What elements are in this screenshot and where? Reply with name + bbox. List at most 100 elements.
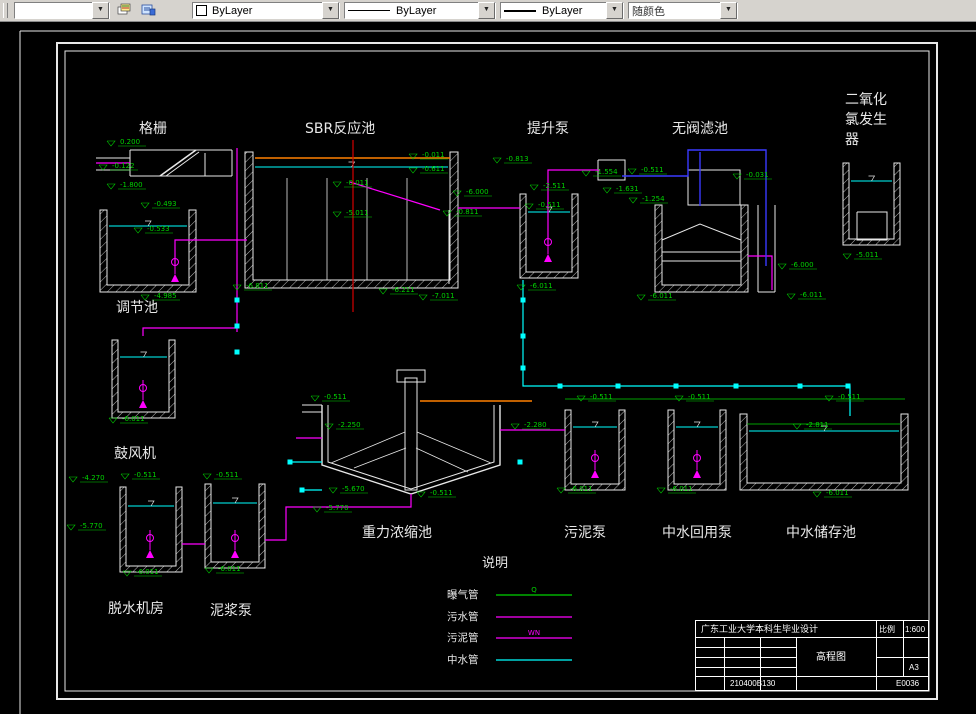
title-block-scale: 1:600: [905, 625, 926, 634]
chevron-down-icon[interactable]: ▼: [720, 2, 737, 19]
elevation-annotation: -6.011: [570, 485, 593, 493]
elevation-annotation: -6.011: [670, 485, 693, 493]
elevation-annotation: -5.770: [80, 522, 103, 530]
linetype-combo-value: ByLayer: [396, 4, 437, 17]
chevron-down-icon[interactable]: ▼: [606, 2, 623, 19]
pipe-node: [299, 487, 305, 493]
elevation-marker: [66, 524, 76, 531]
process-label: 说明: [482, 556, 508, 571]
detail-line: [856, 211, 888, 241]
elevation-annotation: -0.511: [538, 201, 561, 209]
blower-tank-water-marker: [140, 351, 148, 358]
color-combo[interactable]: ByLayer ▼: [192, 2, 340, 19]
elevation-annotation: -4.270: [82, 474, 105, 482]
elevation-annotation: -6.211: [392, 286, 415, 294]
toolbar-grip[interactable]: [3, 3, 8, 18]
process-label: 泥浆泵: [210, 603, 252, 619]
pipe-node: [234, 323, 240, 329]
elevation-marker: [133, 227, 143, 234]
elevation-annotation: -6.811: [246, 282, 269, 290]
chevron-down-icon[interactable]: ▼: [92, 2, 109, 19]
lineweight-sample: [504, 9, 536, 12]
pipe-node: [615, 383, 621, 389]
pump-symbol: [146, 550, 154, 558]
lineweight-combo-value: ByLayer: [542, 4, 583, 17]
title-block-school: 广东工业大学本科生毕业设计: [701, 624, 819, 634]
process-label: 中水储存池: [786, 525, 856, 541]
pipe-node: [287, 459, 293, 465]
pump-symbol: [139, 400, 147, 408]
elevation-marker: [516, 284, 526, 291]
elevation-annotation: -0.122: [112, 162, 135, 170]
elevation-annotation: -6.000: [791, 261, 814, 269]
process-label: 脱水机房: [108, 601, 164, 617]
elevation-marker: [627, 168, 637, 175]
elevation-annotation: -0.813: [506, 155, 529, 163]
elevation-annotation: -0.533: [147, 225, 170, 233]
legend-line-marker: WN: [528, 629, 540, 637]
elevation-marker: [68, 476, 78, 483]
thickener-strut: [415, 447, 469, 473]
linetype-sample: [348, 10, 390, 11]
layer-combo[interactable]: ▼: [14, 2, 110, 19]
elevation-annotation: 0.200: [120, 138, 140, 146]
process-label: 格栅: [139, 121, 167, 137]
elevation-marker: [628, 197, 638, 204]
elevation-marker: [510, 423, 520, 430]
chevron-down-icon[interactable]: ▼: [322, 2, 339, 19]
elevation-annotation: -1.554: [595, 168, 618, 176]
legend-label: 污水管: [447, 610, 479, 623]
detail-line: [687, 169, 741, 206]
magenta-pipe: [748, 255, 773, 290]
chlorine-generator-tank-water-marker: [868, 175, 876, 182]
layer-properties-button[interactable]: [138, 0, 158, 21]
object-properties-toolbar: ▼ ByLayer ▼ ByLayer ▼ ByLayer ▼ 随颜色 ▼: [0, 0, 976, 22]
process-label: 调节池: [116, 300, 158, 316]
plot-style-value: 随颜色: [632, 5, 665, 18]
pump-symbol: [591, 470, 599, 478]
process-label: 无阀滤池: [672, 121, 728, 137]
layers-icon: [117, 3, 132, 19]
elevation-annotation: -0.493: [154, 200, 177, 208]
layers-button[interactable]: [114, 0, 134, 21]
elevation-marker: [786, 293, 796, 300]
elevation-annotation: -0.511: [641, 166, 664, 174]
elevation-marker: [416, 491, 426, 498]
elevation-marker: [312, 506, 322, 513]
thickener-drive: [396, 369, 426, 383]
elevation-marker: [106, 183, 116, 190]
elevation-annotation: -0.031: [746, 171, 769, 179]
cad-drawing-canvas[interactable]: 0.200 -0.122 -1.800 -0.493 -0.533 -4.985 -0.01…: [0, 0, 976, 714]
detail-line: [159, 149, 197, 177]
legend-label: 污泥管: [447, 631, 479, 644]
elevation-annotation: -5.770: [326, 504, 349, 512]
lineweight-combo[interactable]: ByLayer ▼: [500, 2, 624, 19]
chevron-down-icon[interactable]: ▼: [478, 2, 495, 19]
process-label: 提升泵: [527, 121, 569, 137]
legend-label: 曝气管: [447, 588, 479, 601]
elevation-annotation: -7.011: [432, 292, 455, 300]
elevation-annotation: -0.511: [134, 471, 157, 479]
elevation-marker: [332, 211, 342, 218]
elevation-marker: [378, 288, 388, 295]
elevation-annotation: -1.800: [120, 181, 143, 189]
thickener-strut: [353, 447, 407, 469]
reuse-pump-tank-water-marker: [694, 421, 701, 428]
elevation-marker: [328, 487, 338, 494]
pump-symbol: [171, 274, 179, 282]
elevation-annotation: -6.011: [136, 568, 159, 576]
plot-style-combo[interactable]: 随颜色 ▼: [628, 2, 738, 19]
elevation-annotation: -6.011: [122, 415, 145, 423]
process-label: 重力浓缩池: [362, 525, 432, 541]
elevation-annotation: -0.511: [430, 489, 453, 497]
elevation-marker: [576, 395, 586, 402]
pump-symbol: [693, 470, 701, 478]
elevation-annotation: -0.811: [456, 208, 479, 216]
elevation-annotation: -0.011: [346, 179, 369, 187]
elevation-marker: [310, 395, 320, 402]
elevation-annotation: -4.985: [154, 292, 177, 300]
layer-properties-icon: [141, 3, 156, 19]
elevation-annotation: -5.011: [346, 209, 369, 217]
linetype-combo[interactable]: ByLayer ▼: [344, 2, 496, 19]
regulating-tank: [99, 209, 197, 293]
